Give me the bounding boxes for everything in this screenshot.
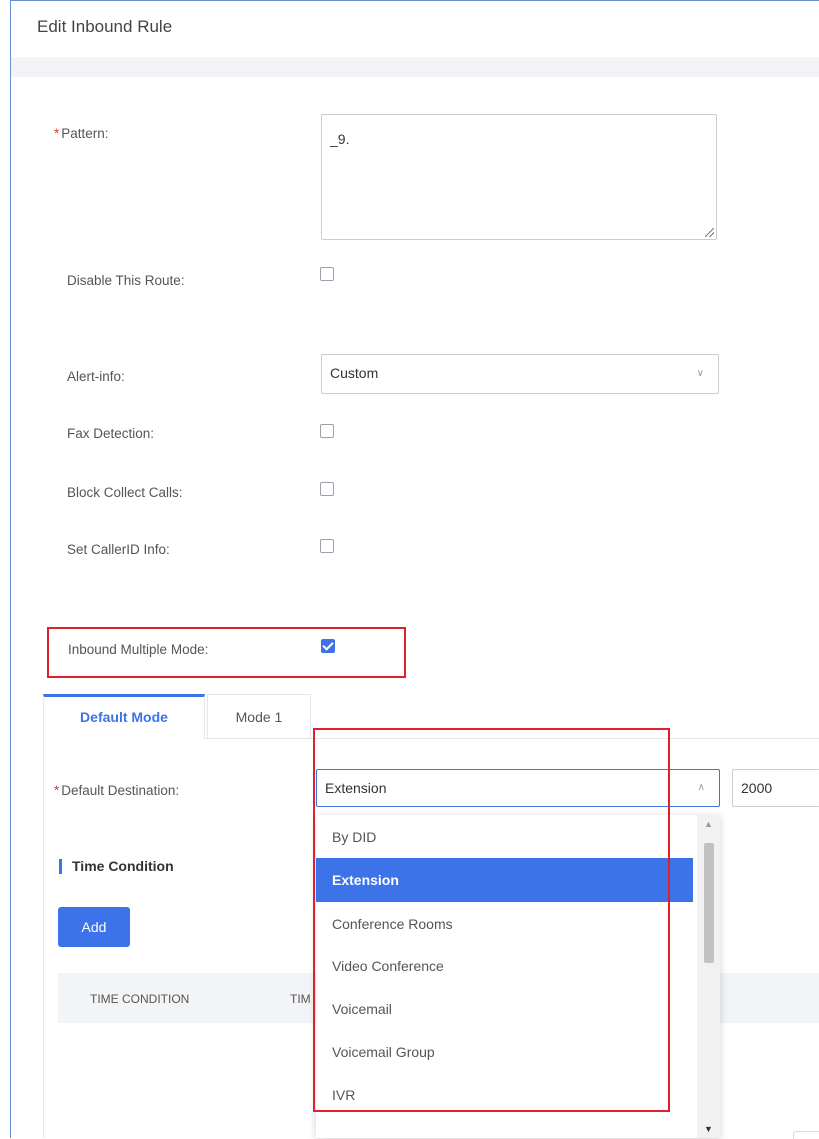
- scroll-thumb[interactable]: [704, 843, 714, 963]
- tab-mode-1[interactable]: Mode 1: [207, 694, 311, 738]
- scroll-down-arrow-icon[interactable]: ▼: [697, 1124, 720, 1134]
- page-title: Edit Inbound Rule: [37, 17, 173, 36]
- set-callerid-checkbox[interactable]: [320, 539, 334, 553]
- dropdown-scrollbar[interactable]: ▲ ▼: [697, 815, 720, 1138]
- partial-element: [793, 1131, 819, 1139]
- option-video-conference[interactable]: Video Conference: [316, 944, 693, 988]
- chevron-up-icon: ∧: [697, 782, 705, 793]
- extension-number-value: 2000: [741, 780, 773, 796]
- tab-default-mode[interactable]: Default Mode: [43, 694, 205, 739]
- column-header-time: TIM: [290, 992, 311, 1006]
- panel-header: Edit Inbound Rule: [11, 1, 819, 57]
- option-conference-rooms[interactable]: Conference Rooms: [316, 902, 693, 946]
- option-voicemail[interactable]: Voicemail: [316, 987, 693, 1031]
- option-extension[interactable]: Extension: [316, 858, 693, 902]
- option-ivr[interactable]: IVR: [316, 1073, 693, 1117]
- time-condition-title: Time Condition: [59, 859, 174, 874]
- fax-detection-checkbox[interactable]: [320, 424, 334, 438]
- add-button[interactable]: Add: [58, 907, 130, 947]
- pattern-textarea[interactable]: _9.: [321, 114, 717, 240]
- default-destination-label: * Default Destination:: [54, 783, 180, 798]
- alert-info-select[interactable]: Custom ∨: [321, 354, 719, 394]
- default-destination-value: Extension: [325, 780, 387, 796]
- edit-inbound-rule-panel: Edit Inbound Rule * Pattern: _9. Disable …: [10, 0, 819, 1139]
- inbound-multiple-mode-checkbox[interactable]: [321, 639, 335, 653]
- disable-route-checkbox[interactable]: [320, 267, 334, 281]
- resize-grip-icon[interactable]: [705, 228, 714, 237]
- set-callerid-label: Set CallerID Info:: [67, 542, 170, 557]
- inbound-multiple-mode-label: Inbound Multiple Mode:: [68, 642, 209, 657]
- chevron-down-icon: ∨: [696, 368, 704, 379]
- mode-tabs: Default Mode Mode 1: [43, 694, 819, 739]
- fax-detection-label: Fax Detection:: [67, 426, 155, 441]
- required-marker: *: [54, 126, 60, 141]
- option-voicemail-group[interactable]: Voicemail Group: [316, 1030, 693, 1074]
- option-by-did[interactable]: By DID: [316, 815, 693, 859]
- header-divider: [11, 57, 819, 77]
- required-marker: *: [54, 783, 60, 798]
- alert-info-label: Alert-info:: [67, 369, 125, 384]
- tab-panel-border: [43, 738, 44, 1138]
- alert-info-value: Custom: [330, 365, 379, 381]
- disable-route-label: Disable This Route:: [67, 273, 185, 288]
- pattern-value: _9.: [330, 131, 350, 147]
- destination-dropdown-list: By DID Extension Conference Rooms Video …: [316, 815, 720, 1138]
- extension-number-select[interactable]: 2000: [732, 769, 819, 807]
- pattern-label: * Pattern:: [54, 126, 109, 141]
- column-header-time-condition: TIME CONDITION: [90, 992, 190, 1006]
- block-collect-calls-checkbox[interactable]: [320, 482, 334, 496]
- scroll-up-arrow-icon[interactable]: ▲: [697, 819, 720, 829]
- default-destination-select[interactable]: Extension ∧: [316, 769, 720, 807]
- block-collect-calls-label: Block Collect Calls:: [67, 485, 183, 500]
